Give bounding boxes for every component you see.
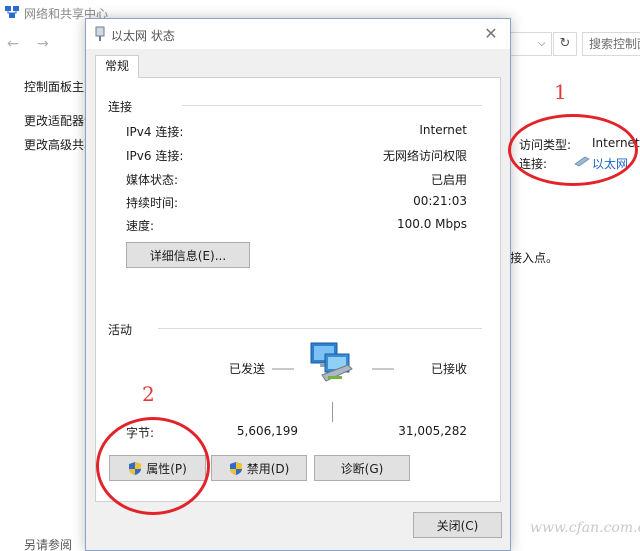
see-also-heading: 另请参阅 bbox=[24, 538, 73, 551]
activity-group-title: 活动 bbox=[108, 323, 133, 337]
sidebar-item-change-adapter[interactable]: 更改适配器设置 bbox=[24, 112, 86, 129]
received-label: 已接收 bbox=[430, 362, 467, 376]
sidebar-item-advanced-sharing[interactable]: 更改高级共享设置 bbox=[24, 136, 86, 153]
close-button[interactable]: 关闭(C) bbox=[413, 512, 502, 538]
speed-label: 速度: bbox=[126, 219, 155, 233]
close-icon[interactable]: ✕ bbox=[476, 23, 506, 45]
duration-label: 持续时间: bbox=[126, 196, 179, 210]
dialog-titlebar: 以太网 状态 ✕ bbox=[86, 19, 510, 49]
diagnose-button[interactable]: 诊断(G) bbox=[314, 455, 410, 481]
ipv6-label: IPv6 连接: bbox=[126, 149, 184, 163]
network-computers-icon bbox=[310, 342, 353, 382]
dialog-title: 以太网 状态 bbox=[111, 29, 175, 43]
speed-value: 100.0 Mbps bbox=[396, 217, 467, 231]
watermark: www.cfan.com.cn bbox=[530, 520, 640, 536]
received-activity-line bbox=[372, 368, 394, 370]
annotation-marker-1: 1 bbox=[554, 80, 567, 104]
uac-shield-icon bbox=[229, 461, 242, 475]
ipv4-label: IPv4 连接: bbox=[126, 125, 184, 139]
media-state-label: 媒体状态: bbox=[126, 173, 179, 187]
chevron-down-icon[interactable]: ⌵ bbox=[538, 38, 546, 49]
ethernet-icon bbox=[95, 26, 105, 41]
refresh-icon[interactable]: ↻ bbox=[553, 32, 577, 56]
disable-button-label: 禁用(D) bbox=[246, 461, 290, 476]
duration-value: 00:21:03 bbox=[413, 194, 467, 208]
forward-arrow-icon[interactable]: → bbox=[37, 36, 49, 52]
disable-button[interactable]: 禁用(D) bbox=[211, 455, 307, 481]
annotation-marker-2: 2 bbox=[142, 382, 155, 406]
sent-activity-line bbox=[272, 368, 294, 370]
details-button[interactable]: 详细信息(E)... bbox=[126, 242, 250, 268]
activity-group-divider bbox=[158, 328, 482, 329]
bytes-received-value: 31,005,282 bbox=[398, 424, 467, 438]
ipv6-value: 无网络访问权限 bbox=[382, 149, 467, 163]
back-arrow-icon[interactable]: ← bbox=[7, 36, 19, 52]
search-input[interactable]: 搜索控制面 bbox=[582, 32, 640, 56]
annotation-circle-1 bbox=[508, 114, 638, 186]
bytes-separator bbox=[332, 402, 333, 422]
connection-group-divider bbox=[182, 105, 482, 106]
ipv4-value: Internet bbox=[419, 123, 467, 137]
sent-label: 已发送 bbox=[229, 362, 266, 376]
bytes-sent-value: 5,606,199 bbox=[236, 424, 298, 438]
annotation-circle-2 bbox=[96, 417, 210, 515]
connection-group-title: 连接 bbox=[108, 100, 133, 114]
sidebar-item-control-panel-home[interactable]: 控制面板主页 bbox=[24, 78, 86, 95]
media-state-value: 已启用 bbox=[430, 173, 467, 187]
tab-general[interactable]: 常规 bbox=[95, 55, 139, 78]
network-center-icon bbox=[5, 6, 19, 18]
